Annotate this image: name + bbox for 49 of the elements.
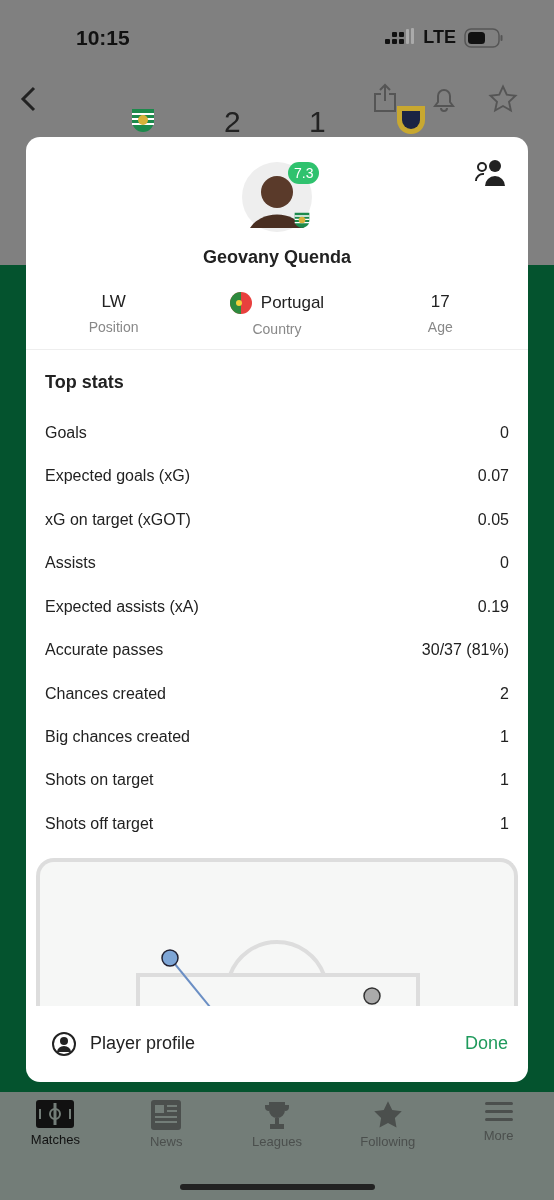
away-score: 1 [309,105,326,139]
stat-label: Expected assists (xA) [45,597,199,616]
star-icon [372,1100,403,1130]
stat-value: 0 [500,554,509,573]
stat-value: 0.05 [477,510,509,529]
stat-label: xG on target (xGOT) [45,510,191,529]
info-label: Country [252,321,302,337]
status-time: 10:15 [76,25,130,50]
share-icon[interactable] [372,83,398,113]
home-score: 2 [224,105,241,139]
stat-value: 0.19 [477,597,509,616]
info-value: Portugal [229,292,325,314]
stat-label: Shots on target [45,771,154,790]
rating-badge: 7.3 [288,162,320,184]
stat-value: 1 [500,771,509,790]
stat-label: Accurate passes [45,641,164,660]
player-name: Geovany Quenda [202,247,351,268]
stat-label: Assists [45,554,96,573]
info-value: 17 [430,292,450,312]
done-button[interactable]: Done [464,1033,508,1055]
network-label: LTE [423,27,456,48]
back-icon[interactable] [18,85,38,113]
player-profile-button[interactable]: Player profile [52,1031,196,1056]
info-label: Age [427,319,453,335]
stat-label: Shots off target [45,814,154,833]
tab-bar-item[interactable]: Matches [10,1100,101,1152]
section-title: Top stats [44,371,125,394]
club-crest-icon [292,210,312,230]
info-label: Position [88,319,139,335]
compare-players-icon[interactable] [474,159,508,187]
flag-icon [229,292,252,314]
stat-value: 2 [500,684,509,703]
star-icon[interactable] [488,84,518,114]
newspaper-icon [151,1100,182,1130]
person-icon [52,1031,76,1056]
info-value: LW [101,292,126,312]
menu-icon [484,1100,513,1124]
stat-value: 1 [500,728,509,746]
stat-value: 30/37 (81%) [421,641,509,660]
trophy-icon [262,1100,292,1130]
stat-value: 1 [500,814,509,833]
stat-label: Goals [45,423,87,442]
battery-icon [464,27,504,48]
stat-label: Expected goals (xG) [45,467,190,486]
stat-value: 0.07 [477,467,509,486]
pitch-icon [36,1100,75,1128]
stat-label: Chances created [45,684,166,703]
stat-value: 0 [500,423,509,442]
stat-label: Big chances created [45,728,190,746]
